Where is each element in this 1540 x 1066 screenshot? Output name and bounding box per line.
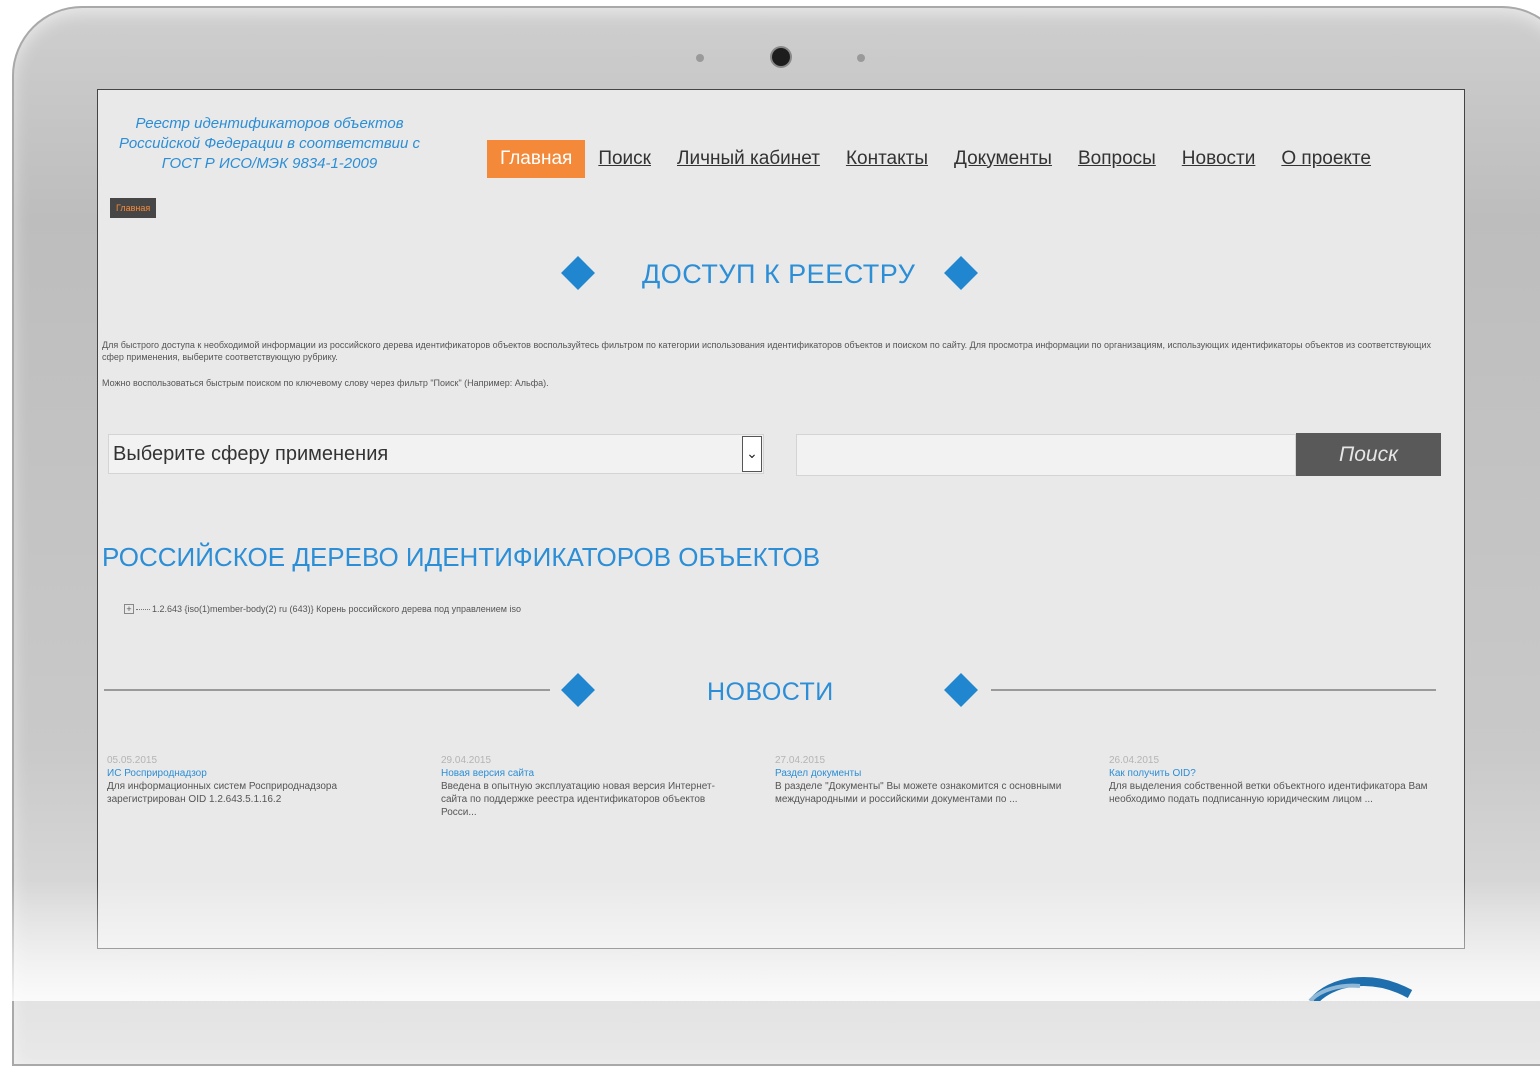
brand-logo-icon [1308,977,1413,1001]
sphere-select[interactable]: Выберите сферу применения ⌄ [108,434,764,474]
nav-item-about[interactable]: О проекте [1281,148,1371,170]
diamond-icon-right-news [944,673,978,707]
breadcrumb[interactable]: Главная [110,198,157,218]
news-date: 27.04.2015 [775,755,826,766]
news-title-link[interactable]: Как получить OID? [1109,767,1429,780]
divider-right [991,689,1436,691]
news-heading: НОВОСТИ [707,678,834,706]
webcam-icon [772,48,790,66]
diamond-icon-right [944,256,978,290]
search-input[interactable] [796,434,1296,476]
news-item: 05.05.2015 ИС Росприроднадзор Для информ… [107,754,407,806]
tree-heading: РОССИЙСКОЕ ДЕРЕВО ИДЕНТИФИКАТОРОВ ОБЪЕКТ… [102,542,821,572]
tree-node-label[interactable]: 1.2.643 {iso(1)member-body(2) ru (643)} … [152,604,521,614]
nav-item-news[interactable]: Новости [1182,148,1256,170]
news-text: Введена в опытную эксплуатацию новая вер… [441,781,715,818]
news-title-link[interactable]: ИС Росприроднадзор [107,767,407,780]
news-date: 26.04.2015 [1109,755,1160,766]
nav-item-contacts[interactable]: Контакты [846,148,928,170]
access-intro-text: Для быстрого доступа к необходимой инфор… [102,340,1431,362]
news-item: 29.04.2015 Новая версия сайта Введена в … [441,754,741,819]
news-item: 27.04.2015 Раздел документы В разделе "Д… [775,754,1075,806]
diamond-icon-left-news [561,673,595,707]
laptop-screen: Реестр идентификаторов объектов Российск… [97,89,1465,949]
chevron-down-icon[interactable]: ⌄ [742,436,762,472]
divider-left [104,689,550,691]
news-date: 05.05.2015 [107,755,158,766]
nav-item-home[interactable]: Главная [487,139,586,178]
tree-node-root[interactable]: + 1.2.643 {iso(1)member-body(2) ru (643)… [124,604,521,614]
news-title-link[interactable]: Новая версия сайта [441,767,741,780]
nav-item-search[interactable]: Поиск [598,148,651,170]
tree-connector [136,608,150,610]
expand-icon[interactable]: + [124,604,134,614]
news-text: В разделе "Документы" Вы можете ознакоми… [775,781,1062,805]
access-heading: ДОСТУП К РЕЕСТРУ [642,259,916,289]
sphere-select-value: Выберите сферу применения [113,442,389,465]
nav-item-account[interactable]: Личный кабинет [677,148,820,170]
sensor-dot-right [857,54,865,62]
news-title-link[interactable]: Раздел документы [775,767,1075,780]
nav-item-documents[interactable]: Документы [954,148,1052,170]
news-date: 29.04.2015 [441,755,492,766]
access-intro-hint: Можно воспользоваться быстрым поиском по… [102,378,549,388]
news-text: Для информационных систем Росприроднадзо… [107,781,338,805]
sensor-dot-left [696,54,704,62]
search-button[interactable]: Поиск [1296,433,1441,476]
diamond-icon-left [561,256,595,290]
main-nav: Главная Поиск Личный кабинет Контакты До… [487,139,1371,178]
news-item: 26.04.2015 Как получить OID? Для выделен… [1109,754,1429,806]
news-text: Для выделения собственной ветки объектно… [1109,781,1428,805]
site-title[interactable]: Реестр идентификаторов объектов Российск… [102,114,437,174]
nav-item-questions[interactable]: Вопросы [1078,148,1156,170]
